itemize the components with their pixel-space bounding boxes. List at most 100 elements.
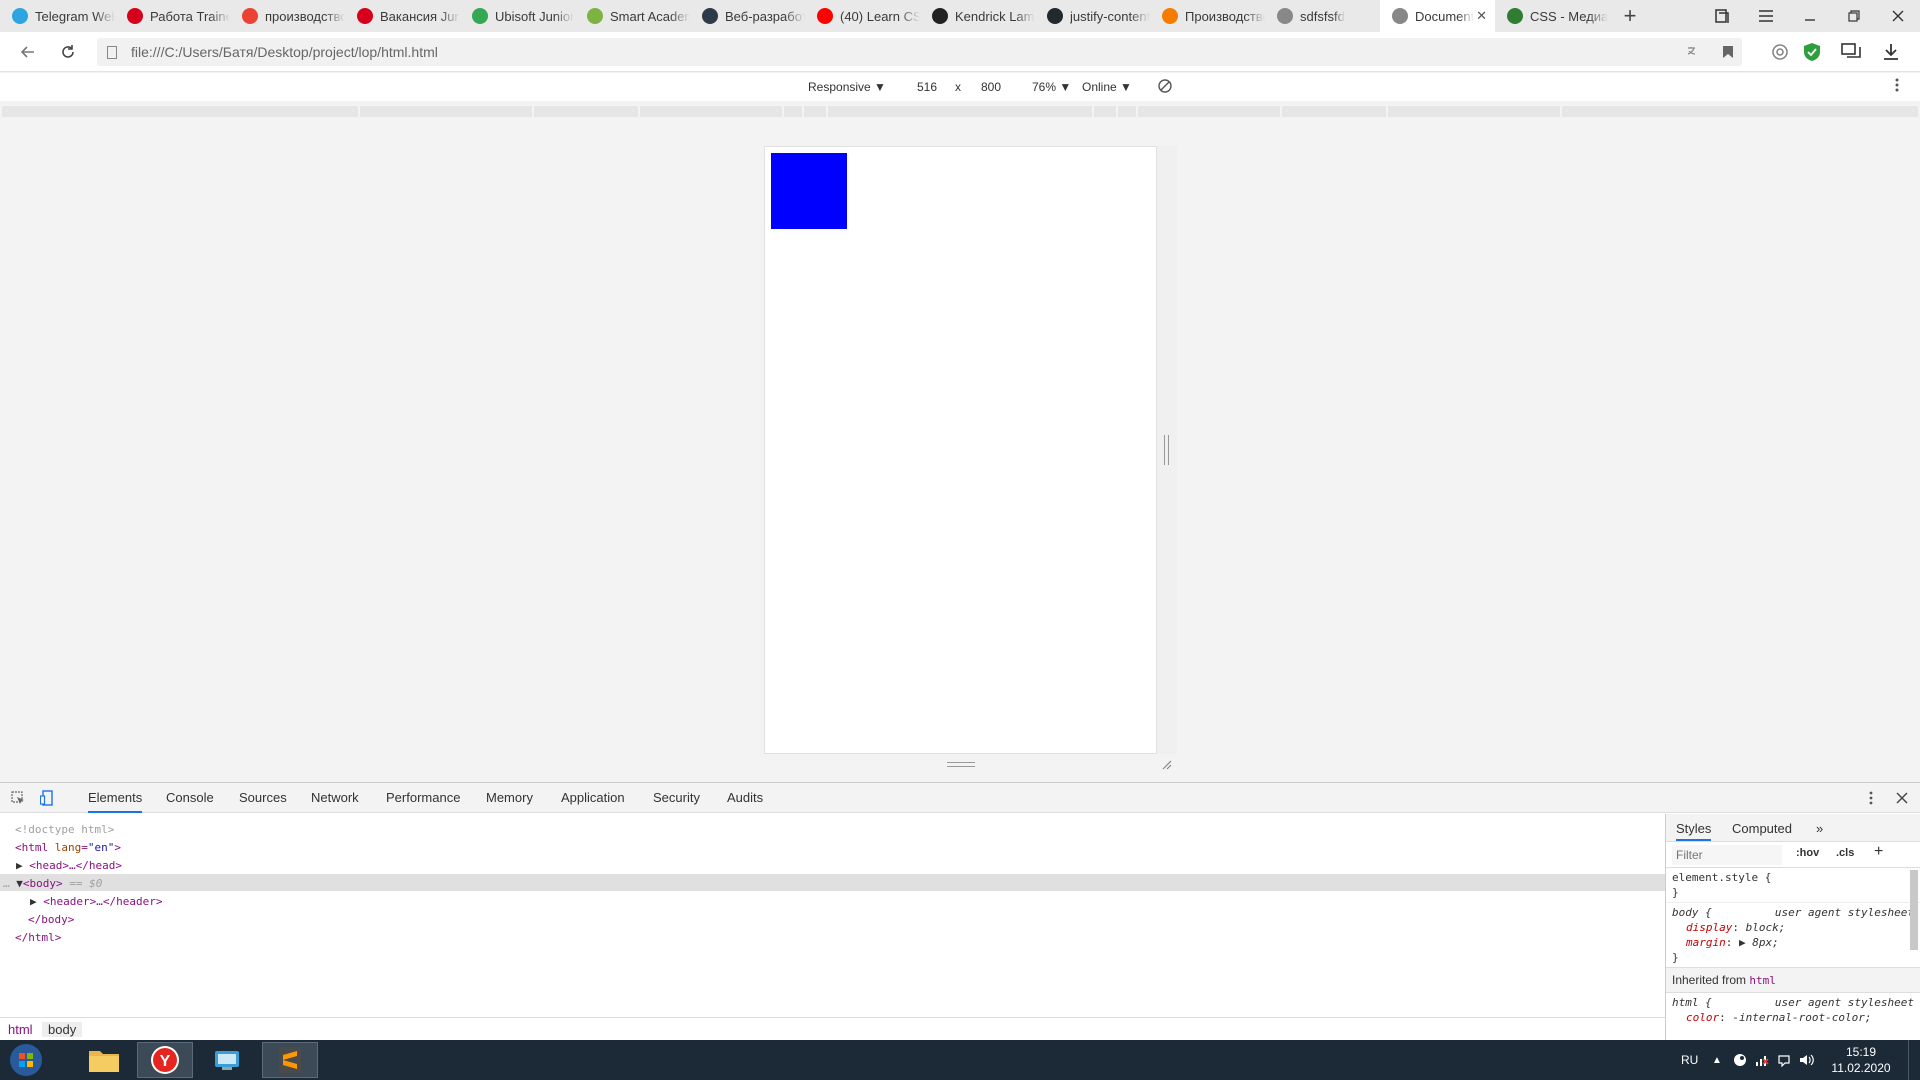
breadcrumb-body[interactable]: body [42, 1022, 83, 1037]
header-node[interactable]: ▶ <header>…</header> [30, 893, 162, 910]
show-hidden-icons-icon[interactable]: ▲ [1712, 1040, 1722, 1080]
media-query-segment[interactable] [534, 106, 638, 117]
zoom-dropdown[interactable]: 76% ▼ [1032, 80, 1071, 94]
close-window-button[interactable] [1876, 0, 1920, 32]
resize-handle-bottom[interactable] [947, 762, 975, 767]
chat-icon[interactable] [1839, 40, 1863, 64]
media-query-segment[interactable] [1138, 106, 1280, 117]
file-explorer-icon[interactable] [76, 1042, 132, 1078]
sublime-text-icon[interactable] [262, 1042, 318, 1078]
media-query-segment[interactable] [1118, 106, 1136, 117]
device-toolbar-toggle-icon[interactable] [39, 790, 55, 806]
menu-icon[interactable] [1744, 0, 1788, 32]
browser-tab[interactable]: Производство [1150, 0, 1265, 32]
media-query-segment[interactable] [640, 106, 782, 117]
close-devtools-icon[interactable] [1894, 790, 1910, 806]
media-query-segment[interactable] [804, 106, 826, 117]
action-center-icon[interactable] [1777, 1040, 1791, 1080]
html-node[interactable]: <html lang="en"> [15, 839, 121, 856]
tab-computed[interactable]: Computed [1732, 821, 1792, 836]
head-node[interactable]: ▶ <head>…</head> [16, 857, 122, 874]
media-query-segment[interactable] [360, 106, 532, 117]
media-query-segment[interactable] [1094, 106, 1116, 117]
new-rule-icon[interactable]: + [1874, 843, 1883, 861]
browser-tab[interactable]: sdfsfsfd [1265, 0, 1380, 32]
media-query-segment[interactable] [1388, 106, 1560, 117]
media-query-bar[interactable] [0, 102, 1920, 121]
rotate-icon[interactable] [1157, 78, 1173, 97]
close-tab-icon[interactable]: ✕ [1476, 8, 1487, 24]
width-input[interactable]: 516 [917, 80, 937, 94]
height-input[interactable]: 800 [981, 80, 1001, 94]
media-query-segment[interactable] [828, 106, 1092, 117]
html-ua-rule[interactable]: html {user agent stylesheet color: -inte… [1666, 993, 1920, 1027]
browser-tab[interactable]: justify-content [1035, 0, 1150, 32]
new-tab-button[interactable]: + [1610, 0, 1650, 32]
styles-filter-input[interactable] [1672, 845, 1782, 865]
hov-toggle[interactable]: :hov [1796, 847, 1819, 859]
breadcrumb-html[interactable]: html [8, 1022, 33, 1037]
body-node[interactable]: … ▼<body> == $0 [3, 875, 102, 892]
media-query-segment[interactable] [2, 106, 358, 117]
network-dropdown[interactable]: Online ▼ [1082, 80, 1132, 94]
cls-toggle[interactable]: .cls [1836, 847, 1854, 859]
bookmark-icon[interactable] [1716, 40, 1740, 64]
language-indicator[interactable]: RU [1681, 1040, 1698, 1080]
network-tray-icon[interactable] [1755, 1040, 1769, 1080]
tab-performance[interactable]: Performance [386, 783, 460, 813]
html-close-node[interactable]: </html> [15, 929, 61, 946]
body-ua-rule[interactable]: body {user agent stylesheet display: blo… [1666, 902, 1920, 967]
browser-tab[interactable]: производство [230, 0, 345, 32]
media-query-segment[interactable] [1562, 106, 1918, 117]
expand-arrow-icon[interactable]: ▶ [30, 895, 37, 908]
more-options-icon[interactable] [1895, 77, 1899, 96]
tab-styles[interactable]: Styles [1676, 821, 1712, 841]
browser-tab[interactable]: Веб-разработчик [690, 0, 805, 32]
browser-tab[interactable]: Document ✕ [1380, 0, 1495, 32]
remote-app-icon[interactable] [199, 1042, 255, 1078]
tab-audits[interactable]: Audits [727, 783, 763, 813]
media-query-segment[interactable] [1282, 106, 1386, 117]
browser-tab[interactable]: Telegram Web [0, 0, 115, 32]
browser-tab[interactable]: Smart Academy [575, 0, 690, 32]
reload-button[interactable] [56, 40, 80, 64]
resize-handle-right[interactable] [1164, 435, 1169, 465]
show-desktop-button[interactable] [1908, 1040, 1920, 1080]
start-button[interactable] [0, 1042, 52, 1078]
yandex-browser-icon[interactable]: Y [137, 1042, 193, 1078]
more-tabs-icon[interactable]: » [1816, 821, 1823, 836]
browser-tab[interactable]: (40) Learn CSS [805, 0, 920, 32]
browser-tab[interactable]: CSS - Медиа [1495, 0, 1610, 32]
media-query-segment[interactable] [784, 106, 802, 117]
collections-icon[interactable] [1700, 0, 1744, 32]
browser-tab[interactable]: Работа Trainee [115, 0, 230, 32]
steam-tray-icon[interactable] [1733, 1040, 1747, 1080]
browser-tab[interactable]: Вакансия Junior [345, 0, 460, 32]
url-field[interactable]: file:///C:/Users/Батя/Desktop/project/lo… [97, 38, 1742, 66]
device-mode-dropdown[interactable]: Responsive ▼ [808, 80, 886, 94]
inspect-element-icon[interactable] [10, 790, 26, 806]
tab-elements[interactable]: Elements [88, 783, 143, 813]
resize-corner-icon[interactable] [1160, 758, 1172, 773]
doctype-node[interactable]: <!doctype html> [15, 821, 114, 838]
tab-network[interactable]: Network [311, 783, 359, 813]
volume-icon[interactable] [1799, 1040, 1815, 1080]
restore-button[interactable] [1832, 0, 1876, 32]
element-style-rule[interactable]: element.style { } [1666, 868, 1920, 902]
download-icon[interactable] [1879, 40, 1903, 64]
browser-tab[interactable]: Kendrick Lamar [920, 0, 1035, 32]
body-close-node[interactable]: </body> [28, 911, 74, 928]
shield-icon[interactable] [1800, 40, 1824, 64]
tab-memory[interactable]: Memory [486, 783, 533, 813]
expand-arrow-icon[interactable]: ▶ [16, 859, 23, 872]
protect-icon[interactable] [1768, 40, 1792, 64]
browser-tab[interactable]: Ubisoft Junior [460, 0, 575, 32]
inherited-from-link[interactable]: html [1749, 974, 1776, 987]
tab-application[interactable]: Application [561, 783, 625, 813]
devtools-menu-icon[interactable] [1863, 790, 1879, 806]
minimize-button[interactable] [1788, 0, 1832, 32]
clock[interactable]: 15:19 11.02.2020 [1826, 1040, 1896, 1080]
collapse-arrow-icon[interactable]: ▼ [16, 877, 23, 890]
tab-security[interactable]: Security [653, 783, 700, 813]
translate-icon[interactable] [1681, 40, 1705, 64]
